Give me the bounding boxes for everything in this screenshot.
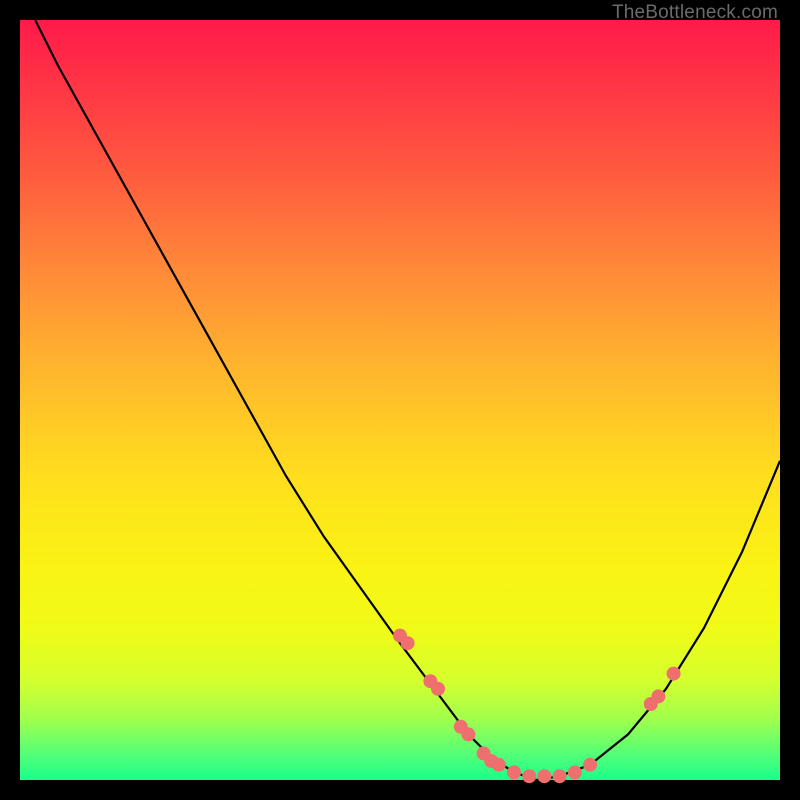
highlight-dot — [651, 689, 665, 703]
highlight-dot — [461, 727, 475, 741]
highlight-dot — [401, 636, 415, 650]
watermark-text: TheBottleneck.com — [612, 2, 778, 24]
highlight-dot — [522, 769, 536, 783]
chart-gradient-background — [20, 20, 780, 780]
highlight-dots-group — [393, 629, 681, 784]
highlight-dot — [492, 758, 506, 772]
highlight-dot — [507, 765, 521, 779]
highlight-dot — [667, 667, 681, 681]
highlight-dot — [431, 682, 445, 696]
chart-svg — [20, 20, 780, 780]
highlight-dot — [568, 765, 582, 779]
highlight-dot — [537, 769, 551, 783]
bottleneck-curve — [35, 20, 780, 780]
highlight-dot — [553, 769, 567, 783]
highlight-dot — [583, 758, 597, 772]
